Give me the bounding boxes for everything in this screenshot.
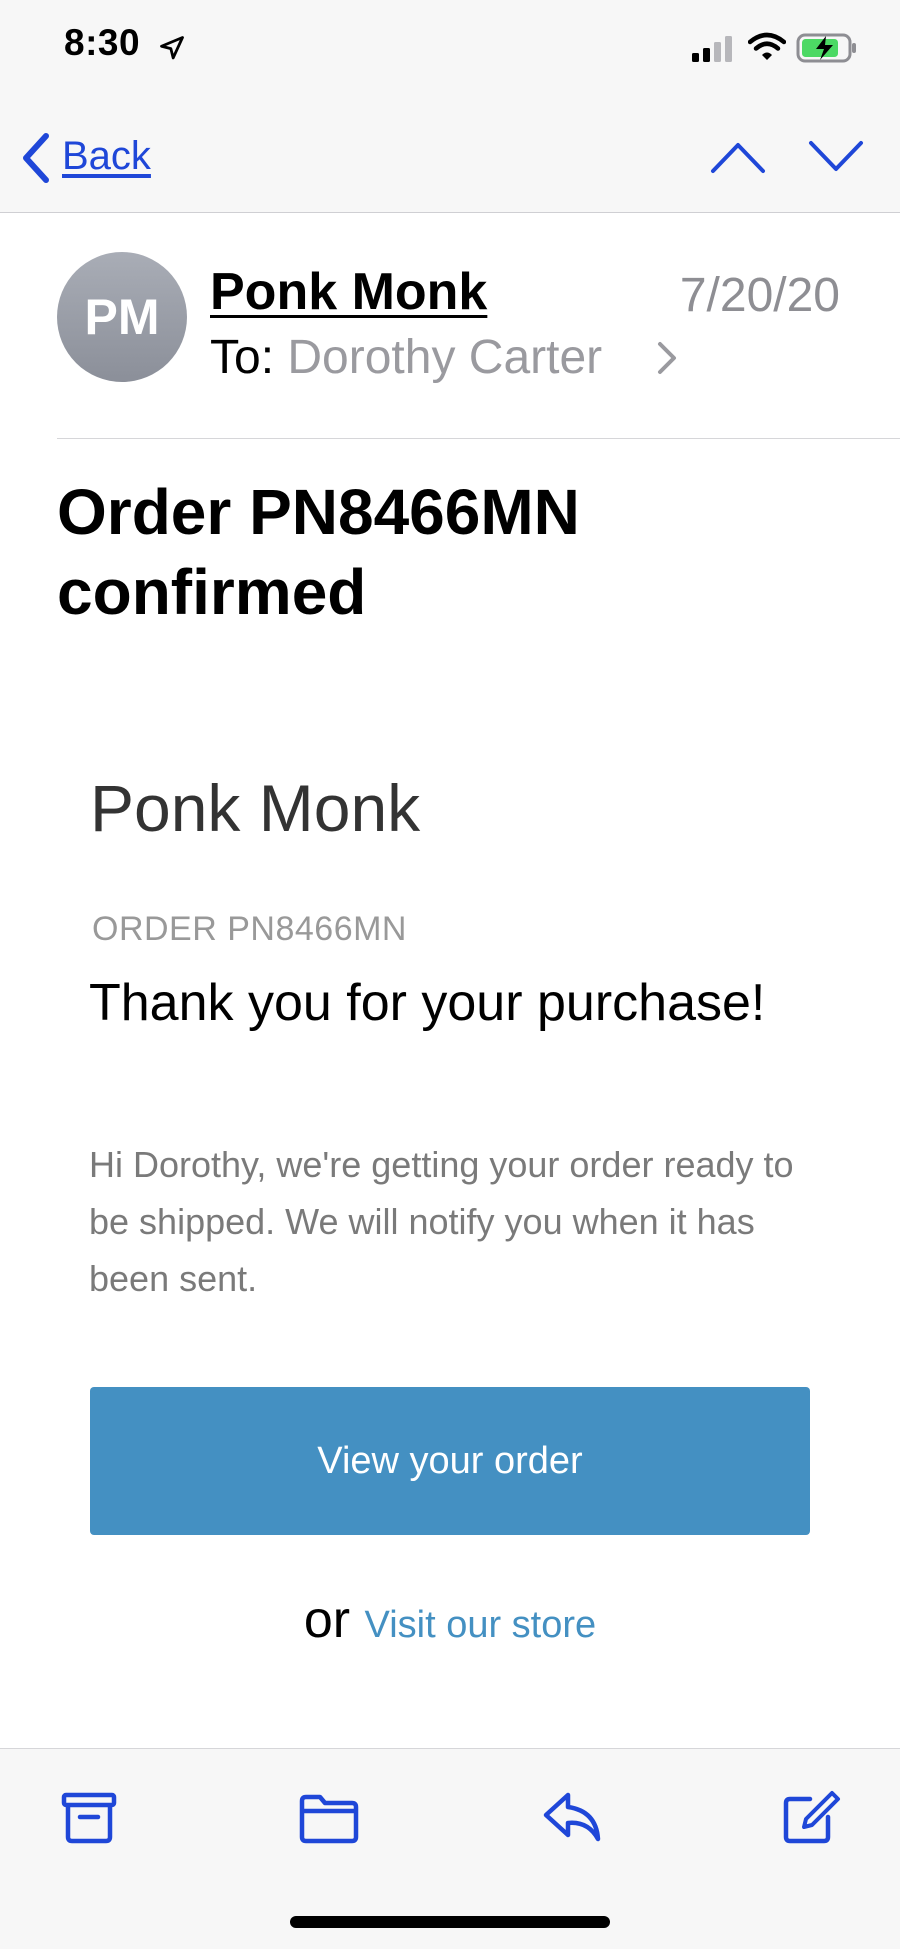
status-bar: 8:30 <box>0 0 900 100</box>
message-date: 7/20/20 <box>679 269 840 322</box>
store-name: Ponk Monk <box>90 771 421 845</box>
visit-store-link[interactable]: Visit our store <box>365 1604 597 1646</box>
chevron-up-icon[interactable] <box>710 140 766 174</box>
or-text: or <box>303 1591 351 1649</box>
reply-icon[interactable] <box>542 1789 604 1845</box>
navigation-bar: Back <box>0 100 900 213</box>
wifi-icon <box>748 32 786 60</box>
cellular-signal-icon <box>692 36 732 62</box>
to-label: To: <box>210 331 275 384</box>
message-subject: Order PN8466MN confirmed <box>57 476 580 628</box>
status-time: 8:30 <box>64 22 141 63</box>
recipient-line[interactable]: To: Dorothy Carter <box>210 330 602 385</box>
alternate-action-row: or Visit our store <box>0 1590 900 1650</box>
order-number-label: ORDER PN8466MN <box>92 910 407 948</box>
view-order-label: View your order <box>317 1439 583 1482</box>
recipient-name[interactable]: Dorothy Carter <box>287 331 602 384</box>
chevron-left-icon[interactable] <box>20 132 52 184</box>
view-order-button[interactable]: View your order <box>90 1387 810 1535</box>
email-message-text: Hi Dorothy, we're getting your order rea… <box>89 1144 794 1299</box>
chevron-down-icon[interactable] <box>808 140 864 174</box>
location-arrow-icon <box>160 36 184 60</box>
sender-name[interactable]: Ponk Monk <box>210 262 487 322</box>
chevron-right-icon[interactable] <box>656 340 678 376</box>
home-indicator[interactable] <box>290 1916 610 1928</box>
folder-icon[interactable] <box>298 1789 360 1845</box>
battery-charging-icon <box>796 33 856 63</box>
header-divider <box>57 438 900 439</box>
thank-you-heading: Thank you for your purchase! <box>89 974 766 1032</box>
avatar[interactable]: PM <box>57 252 187 382</box>
back-button[interactable]: Back <box>62 134 151 179</box>
archive-icon[interactable] <box>58 1789 120 1845</box>
compose-icon[interactable] <box>780 1789 842 1845</box>
